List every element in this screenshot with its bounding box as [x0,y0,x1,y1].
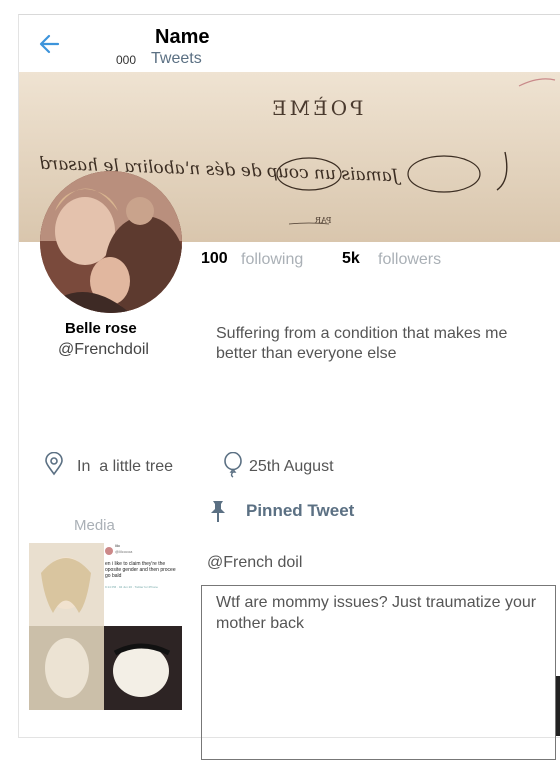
media-label[interactable]: Media [74,517,115,534]
pinned-tweet-text: Wtf are mommy issues? Just traumatize yo… [216,594,537,632]
balloon-icon [224,452,242,478]
pinned-tweet-card[interactable]: Wtf are mommy issues? Just traumatize yo… [201,585,556,760]
location-text: In a little tree [77,458,174,475]
back-arrow-icon[interactable] [36,30,64,58]
header-name: Name [155,26,210,48]
media-screenshot-name: lilo [115,543,120,548]
pushpin-icon [211,501,225,522]
tweet-count: 000 [116,53,137,67]
map-pin-icon [45,452,63,476]
followers-count[interactable]: 5k [342,250,360,268]
pinned-tweet-label: Pinned Tweet [246,501,355,520]
display-name: Belle rose [65,320,137,337]
media-screenshot-text: en i like to claim they're the oposite g… [105,561,176,579]
media-screenshot-time: 9:14 PM · 04 Jun 20 · Twitter for iPhone [105,585,158,589]
tweets-label: Tweets [151,50,202,67]
following-label[interactable]: following [241,251,303,269]
media-thumbnail[interactable]: lilo @lilcocoa en i like to claim they'r… [29,543,182,710]
banner-title: POÈME [269,96,364,120]
scrollbar[interactable] [556,676,560,736]
pinned-tweet-author[interactable]: @French doil [207,554,302,572]
banner-small-text: PAR [315,216,332,225]
avatar-photo [40,171,182,313]
user-handle: @Frenchdoil [58,341,149,358]
media-screenshot-handle: @lilcocoa [115,549,133,554]
followers-label[interactable]: followers [378,251,441,269]
profile-bio: Suffering from a condition that makes me… [216,325,508,362]
birthday-text: 25th August [249,458,334,475]
following-count[interactable]: 100 [201,250,228,268]
avatar[interactable] [40,171,182,313]
